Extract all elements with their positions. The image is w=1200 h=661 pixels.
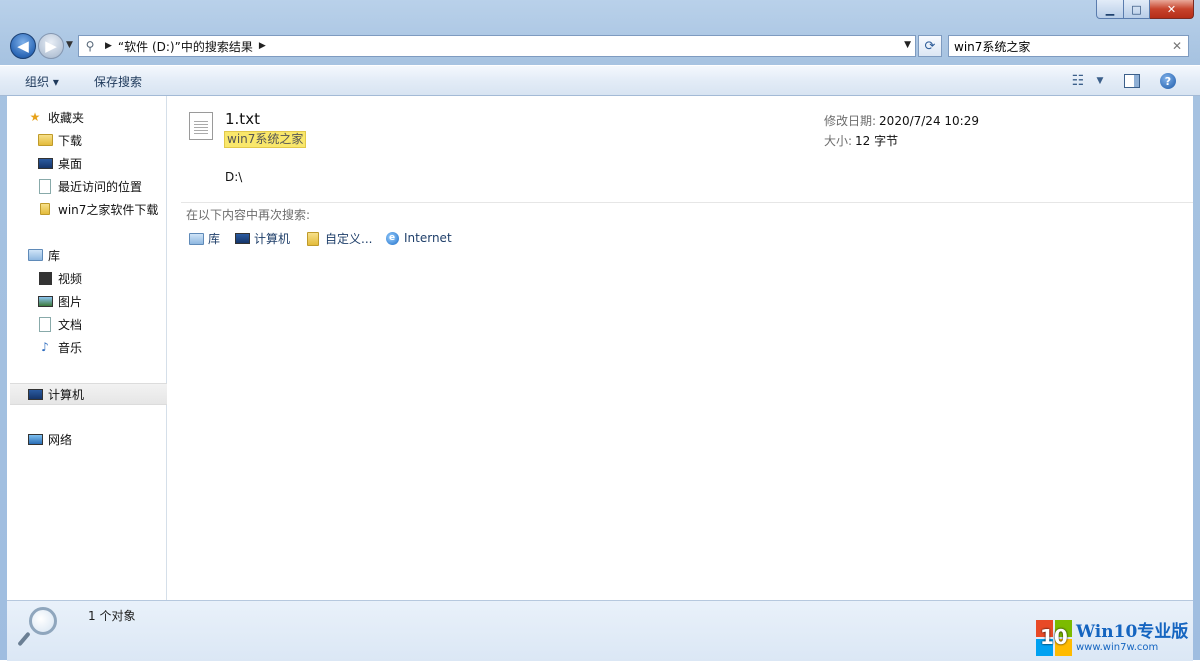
file-size-label: 大小: (824, 134, 853, 148)
watermark-url: www.win7w.com (1076, 642, 1159, 653)
navigation-pane: ★ 收藏夹 下载 桌面 最近访问的位置 win7之家软件下载 库 视频 图片 文… (7, 96, 182, 600)
file-size: 大小: 12 字节 (824, 132, 898, 149)
sidebar-item-label: 桌面 (58, 156, 83, 171)
sidebar-item-label: win7之家软件下载 (58, 202, 159, 217)
modified-date-label: 修改日期: (824, 114, 877, 128)
folder-icon (37, 201, 53, 217)
search-again-internet[interactable]: e Internet (384, 230, 452, 246)
sidebar-item-computer[interactable]: 计算机 (10, 383, 182, 405)
windows-logo-icon: 10 (1036, 620, 1072, 656)
forward-button[interactable]: ▶ (38, 33, 64, 59)
downloads-folder-icon (37, 132, 53, 148)
search-again-label: 在以下内容中再次搜索: (186, 208, 311, 222)
recent-places-icon (37, 178, 53, 194)
details-pane: 1 个对象 (7, 600, 1193, 661)
address-dropdown-icon[interactable]: ▼ (904, 40, 911, 50)
navigation-bar: ◀ ▶ ▼ ⚲ ▶ “软件 (D:)”中的搜索结果 ▶ ▼ ⟳ ✕ (0, 30, 1200, 62)
star-icon: ★ (29, 110, 41, 124)
custom-folder-icon (305, 231, 321, 247)
minimize-button[interactable]: ▁ (1096, 0, 1124, 19)
document-icon (37, 316, 53, 332)
caption-buttons: ▁ □ ✕ (1096, 0, 1194, 20)
libraries-icon (188, 231, 204, 247)
sidebar-item-label: 网络 (48, 432, 73, 447)
watermark: 10 Win10专业版 www.win7w.com (1036, 617, 1198, 659)
magnifier-handle (17, 631, 31, 647)
sidebar-item-label: 音乐 (58, 340, 83, 355)
search-folder-icon: ⚲ (85, 39, 95, 53)
back-button[interactable]: ◀ (10, 33, 36, 59)
search-again-libraries[interactable]: 库 (188, 230, 220, 247)
file-name[interactable]: 1.txt (225, 110, 260, 128)
sidebar-item-label: 计算机 (48, 387, 85, 402)
computer-icon (27, 386, 43, 402)
sidebar-item-label: 收藏夹 (48, 110, 85, 125)
change-view-icon[interactable]: ☷ (1068, 72, 1088, 90)
help-icon[interactable]: ? (1158, 72, 1178, 90)
file-size-value: 12 字节 (855, 134, 899, 148)
modified-date-value: 2020/7/24 10:29 (879, 114, 979, 128)
sidebar-item-libraries[interactable]: 库 (7, 245, 185, 265)
sidebar-item-label: 文档 (58, 317, 83, 332)
command-bar: 组织 ▾ 保存搜索 ☷ ▼ ? (0, 65, 1200, 96)
organize-button[interactable]: 组织 ▾ (25, 73, 59, 90)
location-label: Internet (404, 231, 452, 245)
sidebar-item-label: 图片 (58, 294, 83, 309)
save-search-button[interactable]: 保存搜索 (94, 73, 142, 90)
sidebar-item-network[interactable]: 网络 (7, 429, 185, 449)
network-icon (27, 431, 43, 447)
search-box[interactable]: ✕ (948, 35, 1189, 57)
search-results-pane: 1.txt win7系统之家 D:\ 修改日期: 2020/7/24 10:29 … (167, 96, 1193, 600)
libraries-icon (27, 247, 43, 263)
breadcrumb-search-results[interactable]: “软件 (D:)”中的搜索结果 (118, 38, 253, 55)
modified-date: 修改日期: 2020/7/24 10:29 (824, 112, 979, 129)
recent-pages-dropdown-icon[interactable]: ▼ (66, 40, 73, 50)
breadcrumb-arrow-icon[interactable]: ▶ (259, 41, 266, 51)
computer-icon (234, 231, 250, 247)
maximize-button[interactable]: □ (1124, 0, 1150, 19)
logo-number: 10 (1040, 625, 1068, 649)
sidebar-item-label: 最近访问的位置 (58, 179, 143, 194)
search-input[interactable] (954, 39, 1154, 53)
sidebar-item-label: 下载 (58, 133, 83, 148)
file-location: D:\ (225, 170, 243, 184)
video-icon (37, 270, 53, 286)
divider (181, 202, 1193, 203)
magnifier-icon (29, 607, 57, 635)
explorer-window: ▁ □ ✕ ◀ ▶ ▼ ⚲ ▶ “软件 (D:)”中的搜索结果 ▶ ▼ ⟳ ✕ … (0, 0, 1200, 661)
search-match-highlight: win7系统之家 (224, 131, 307, 148)
desktop-icon (37, 155, 53, 171)
preview-pane-icon[interactable] (1122, 72, 1142, 90)
item-count: 1 个对象 (88, 609, 136, 623)
location-label: 库 (208, 232, 221, 246)
watermark-title: Win10专业版 (1076, 622, 1189, 642)
view-options-dropdown-icon[interactable]: ▼ (1090, 72, 1110, 90)
sidebar-item-label: 视频 (58, 271, 83, 286)
address-bar[interactable]: ⚲ ▶ “软件 (D:)”中的搜索结果 ▶ ▼ (78, 35, 916, 57)
watermark-text: Win10专业版 www.win7w.com (1076, 622, 1188, 654)
breadcrumb-arrow-icon[interactable]: ▶ (105, 41, 112, 51)
refresh-button[interactable]: ⟳ (918, 35, 942, 57)
music-note-icon: ♪ (41, 340, 49, 354)
sidebar-item-favorites[interactable]: ★ 收藏夹 (7, 107, 185, 127)
sidebar-item-label: 库 (48, 248, 61, 263)
internet-explorer-icon: e (384, 230, 400, 246)
text-file-icon (189, 112, 213, 140)
pictures-icon (37, 293, 53, 309)
location-label: 计算机 (254, 232, 291, 246)
search-again-custom[interactable]: 自定义... (305, 230, 372, 247)
location-label: 自定义... (325, 232, 373, 246)
close-button[interactable]: ✕ (1150, 0, 1194, 19)
clear-search-icon[interactable]: ✕ (1172, 39, 1182, 53)
search-again-computer[interactable]: 计算机 (234, 230, 290, 247)
